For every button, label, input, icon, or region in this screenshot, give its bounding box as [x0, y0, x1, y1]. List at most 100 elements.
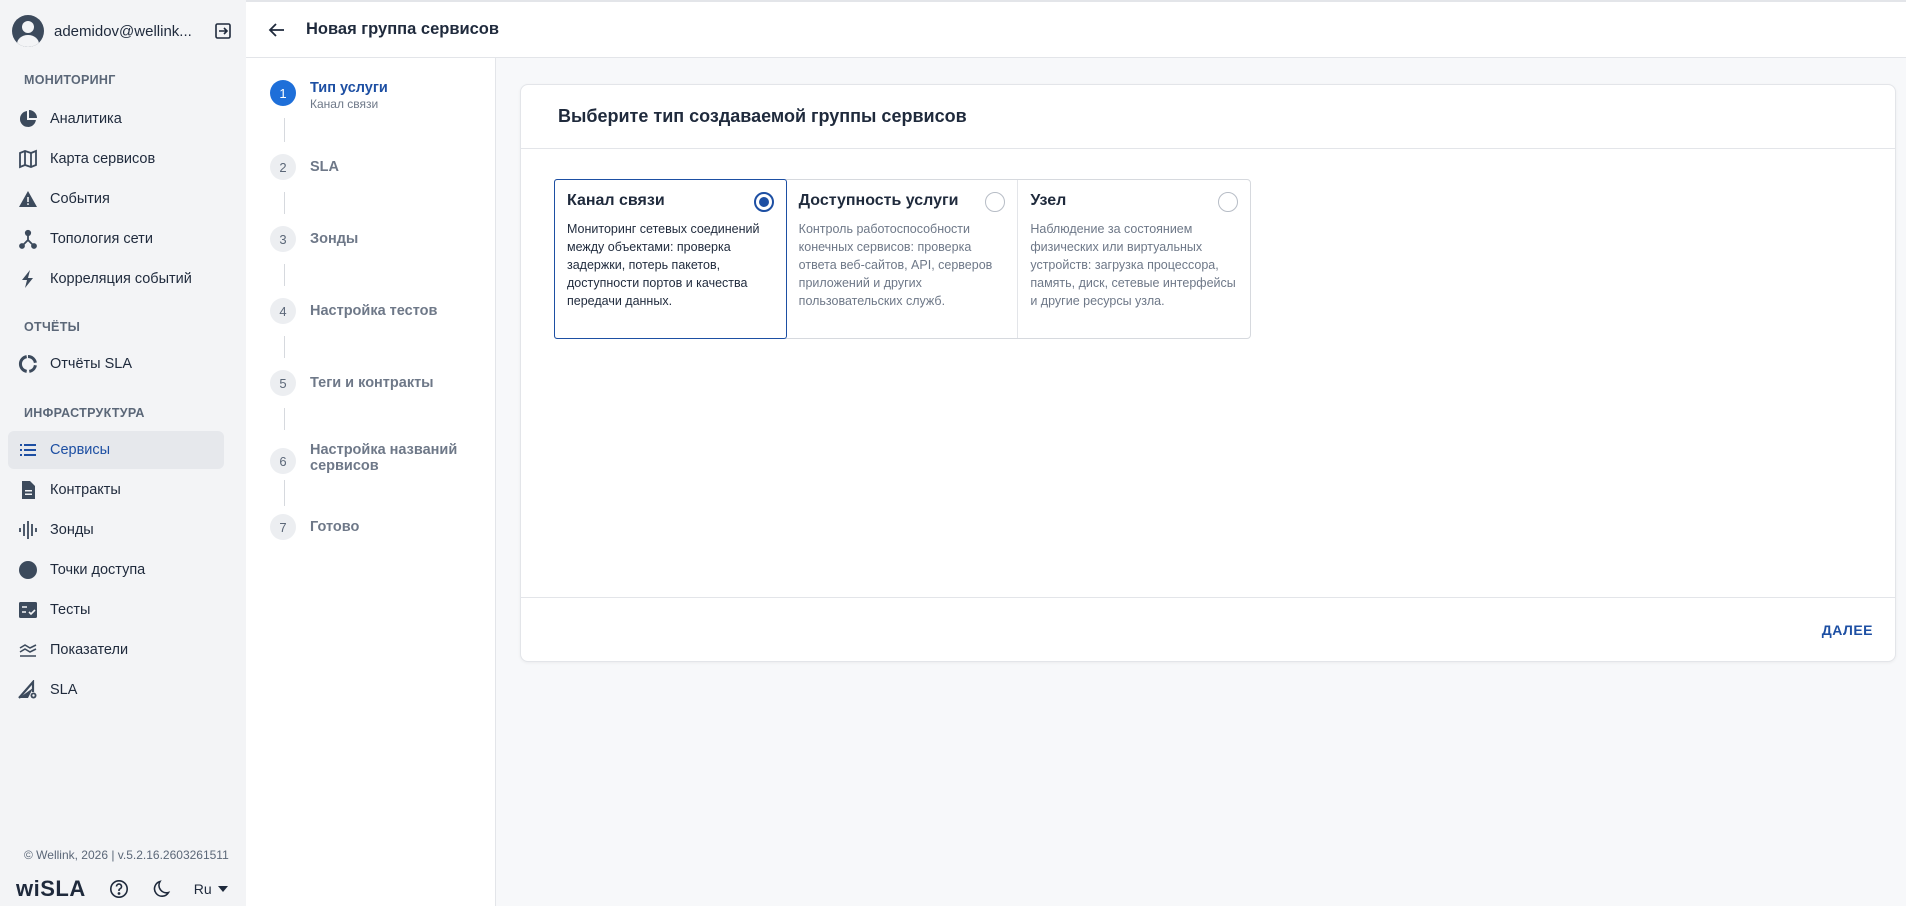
sla-settings-icon [16, 678, 40, 702]
step-sublabel: Канал связи [310, 97, 379, 111]
step-label: Зонды [310, 231, 359, 247]
step-number: 5 [270, 370, 296, 396]
option-description: Мониторинг сетевых соединений между объе… [567, 222, 760, 308]
map-icon [16, 147, 40, 171]
sidebar-item-label: Точки доступа [50, 562, 146, 578]
checklist-icon [16, 598, 40, 622]
lightning-icon [16, 267, 40, 291]
step-label: Настройка тестов [310, 303, 438, 319]
warning-icon [16, 187, 40, 211]
sidebar: ademidov@wellink... МОНИТОРИНГ Аналитика… [0, 0, 246, 906]
option-description: Контроль работоспособности конечных серв… [798, 222, 993, 308]
sidebar-item-contracts[interactable]: Контракты [8, 471, 224, 509]
step-number: 4 [270, 298, 296, 324]
sidebar-item-label: Отчёты SLA [50, 356, 133, 372]
radio-empty-icon[interactable] [1218, 192, 1239, 212]
step-connector [284, 192, 285, 214]
step-number: 7 [270, 514, 296, 540]
step-number: 3 [270, 226, 296, 252]
sidebar-item-probes[interactable]: Зонды [8, 511, 224, 549]
step-done[interactable]: 7 Готово [270, 514, 359, 540]
sidebar-item-label: Тесты [50, 602, 91, 618]
step-test-settings[interactable]: 4 Настройка тестов [270, 298, 437, 324]
sidebar-footer: wiSLA Ru [16, 876, 230, 902]
user-name: ademidov@wellink... [54, 22, 192, 40]
card-title: Выберите тип создаваемой группы сервисов [558, 106, 967, 126]
service-type-card: Выберите тип создаваемой группы сервисов… [520, 84, 1896, 662]
document-icon [16, 478, 40, 502]
step-label: Настройка названий сервисов [310, 442, 458, 474]
circle-icon [16, 558, 40, 582]
step-tags-contracts[interactable]: 5 Теги и контракты [270, 370, 434, 396]
step-connector [284, 264, 285, 286]
moon-icon[interactable] [152, 878, 174, 900]
wizard-stepper: 1 Тип услуги Канал связи 2 SLA 3 Зонды 4… [246, 58, 496, 906]
sidebar-item-label: SLA [50, 682, 78, 698]
sidebar-item-label: Контракты [50, 482, 121, 498]
option-title: Узел [1030, 192, 1067, 209]
language-label: Ru [193, 881, 212, 897]
section-reports: ОТЧЁТЫ [24, 320, 81, 334]
option-link-channel[interactable]: Канал связи Мониторинг сетевых соединени… [554, 179, 787, 339]
version-info: © Wellink, 2026 | v.5.2.16.2603261511 [24, 848, 229, 862]
section-monitoring: МОНИТОРИНГ [24, 73, 116, 87]
step-connector [284, 336, 285, 358]
caret-down-icon [217, 886, 228, 892]
card-footer: ДАЛЕЕ [521, 597, 1895, 661]
step-label: SLA [310, 159, 339, 175]
sidebar-item-services[interactable]: Сервисы [8, 431, 224, 469]
back-arrow-icon[interactable] [262, 15, 292, 45]
option-node[interactable]: Узел Наблюдение за состоянием физических… [1018, 180, 1250, 338]
sidebar-item-label: Карта сервисов [50, 151, 156, 167]
step-connector [284, 480, 285, 506]
step-service-names[interactable]: 6 Настройка названий сервисов [270, 442, 470, 474]
sidebar-item-label: События [50, 191, 110, 207]
step-probes[interactable]: 3 Зонды [270, 226, 358, 252]
step-label: Готово [310, 519, 360, 535]
step-number: 6 [270, 448, 296, 474]
sidebar-item-service-map[interactable]: Карта сервисов [8, 140, 224, 178]
brand-logo: wiSLA [16, 876, 86, 901]
page-title: Новая группа сервисов [306, 20, 500, 38]
next-button[interactable]: ДАЛЕЕ [1822, 622, 1873, 638]
section-infrastructure: ИНФРАСТРУКТУРА [24, 406, 145, 420]
option-description: Наблюдение за состоянием физических или … [1030, 222, 1236, 308]
sidebar-item-metrics[interactable]: Показатели [8, 631, 224, 669]
sidebar-item-correlation[interactable]: Корреляция событий [8, 260, 224, 298]
option-service-availability[interactable]: Доступность услуги Контроль работоспособ… [787, 180, 1019, 338]
option-title: Канал связи [567, 192, 665, 209]
help-icon[interactable] [108, 878, 130, 900]
avatar [12, 15, 44, 47]
sidebar-item-sla-reports[interactable]: Отчёты SLA [8, 345, 224, 383]
sidebar-item-sla[interactable]: SLA [8, 671, 224, 709]
step-label: Тип услуги [310, 80, 388, 96]
sidebar-item-label: Топология сети [50, 231, 153, 247]
logout-icon[interactable] [212, 20, 234, 42]
service-type-options: Канал связи Мониторинг сетевых соединени… [554, 179, 1251, 339]
sidebar-item-events[interactable]: События [8, 180, 224, 218]
step-connector [284, 408, 285, 430]
step-sla[interactable]: 2 SLA [270, 154, 339, 180]
sidebar-item-tests[interactable]: Тесты [8, 591, 224, 629]
list-icon [16, 438, 40, 462]
option-title: Доступность услуги [798, 192, 959, 209]
topology-icon [16, 227, 40, 251]
top-bar: Новая группа сервисов [246, 0, 1906, 58]
step-label: Теги и контракты [310, 375, 434, 391]
sidebar-item-label: Аналитика [50, 111, 122, 127]
language-select[interactable]: Ru [194, 881, 228, 897]
user-profile[interactable]: ademidov@wellink... [12, 14, 234, 48]
metrics-lines-icon [16, 638, 40, 662]
card-header: Выберите тип создаваемой группы сервисов [521, 85, 1895, 149]
sidebar-item-access-points[interactable]: Точки доступа [8, 551, 224, 589]
sidebar-item-label: Показатели [50, 642, 129, 658]
sidebar-item-label: Корреляция событий [50, 271, 192, 287]
radio-selected-icon[interactable] [753, 192, 774, 212]
sidebar-item-analytics[interactable]: Аналитика [8, 100, 224, 138]
pie-chart-icon [16, 107, 40, 131]
signal-wave-icon [16, 518, 40, 542]
step-connector [284, 118, 285, 142]
sidebar-item-label: Зонды [50, 522, 94, 538]
step-service-type[interactable]: 1 Тип услуги Канал связи [270, 80, 388, 111]
sidebar-item-topology[interactable]: Топология сети [8, 220, 224, 258]
